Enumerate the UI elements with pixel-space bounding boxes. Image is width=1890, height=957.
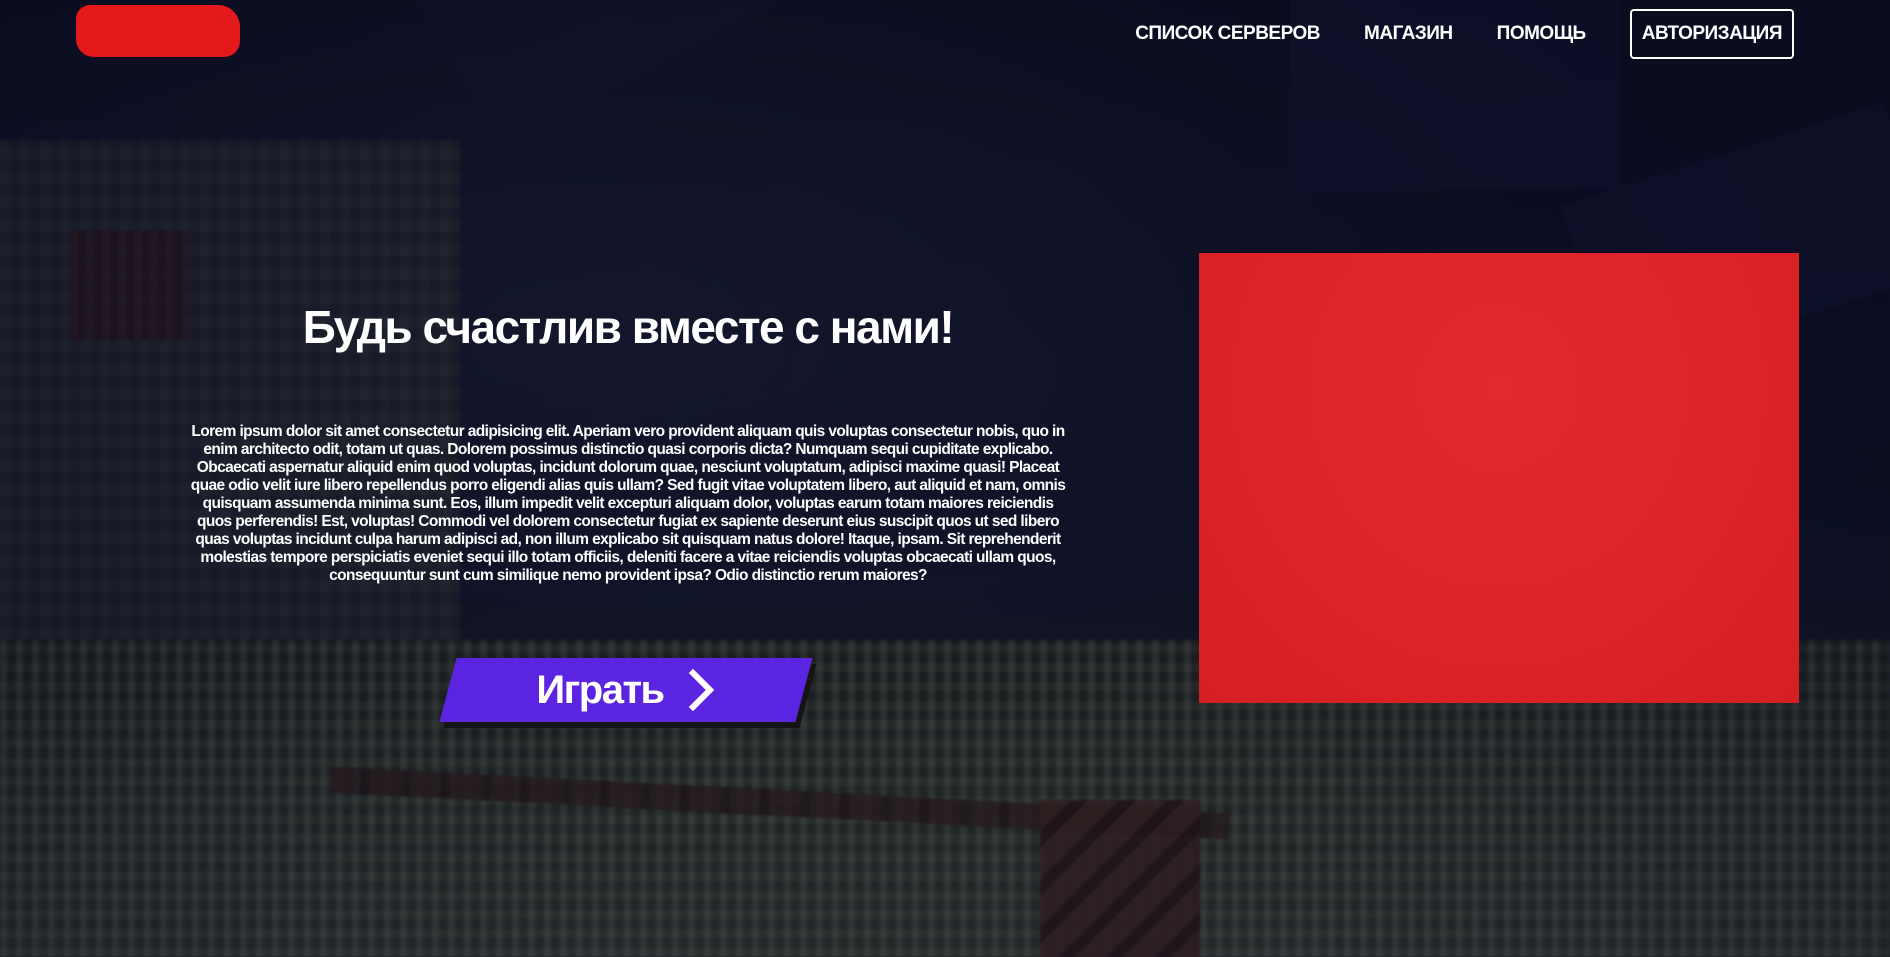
auth-button[interactable]: АВТОРИЗАЦИЯ <box>1629 9 1794 59</box>
play-button-label: Играть <box>536 667 664 712</box>
hero-title: Будь счастлив вместе с нами! <box>302 301 955 353</box>
play-button-content: Играть <box>448 658 804 722</box>
nav-link-servers[interactable]: СПИСОК СЕРВЕРОВ <box>1135 23 1320 45</box>
hero-description: Lorem ipsum dolor sit amet consectetur a… <box>190 423 1066 584</box>
media-placeholder <box>1199 253 1799 703</box>
play-button-wrap: Играть <box>439 658 817 728</box>
logo[interactable] <box>76 5 240 57</box>
nav-link-help[interactable]: ПОМОЩЬ <box>1497 23 1587 45</box>
nav-link-shop[interactable]: МАГАЗИН <box>1364 23 1453 45</box>
main-nav: СПИСОК СЕРВЕРОВ МАГАЗИН ПОМОЩЬ АВТОРИЗАЦ… <box>1091 9 1794 59</box>
chevron-right-icon <box>688 669 714 711</box>
play-button[interactable]: Играть <box>439 658 813 722</box>
